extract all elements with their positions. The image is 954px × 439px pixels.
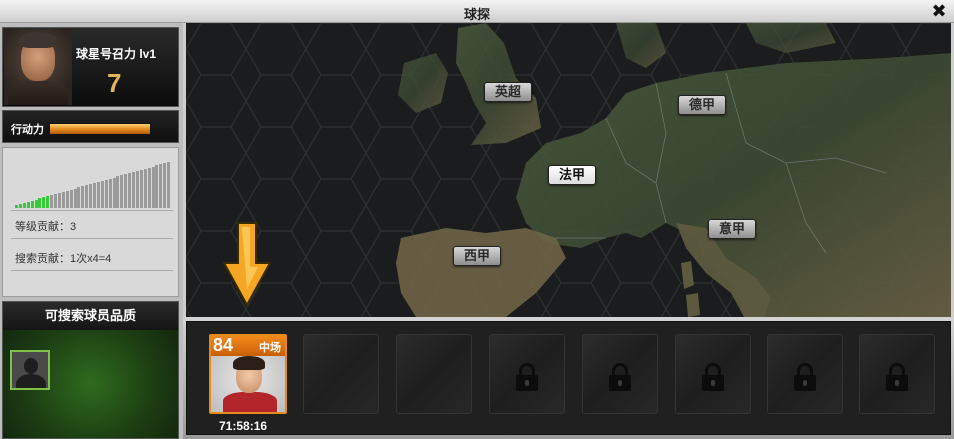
avatar-shirt <box>8 81 68 105</box>
europe-map: 英超 德甲 法甲 意甲 西甲 <box>183 23 954 317</box>
lock-icon <box>609 363 631 391</box>
player-silhouette-icon <box>10 350 50 390</box>
meter-bar <box>147 167 151 208</box>
divider <box>11 238 173 239</box>
meter-bar <box>159 164 163 208</box>
slots-container: 84 中场 71:58:16 <box>186 321 951 435</box>
meter-bar <box>128 173 132 208</box>
meter-bar <box>143 168 147 208</box>
meter-bar <box>30 200 34 208</box>
meter-bar <box>61 191 65 208</box>
lock-icon <box>886 363 908 391</box>
meter-bar <box>120 175 124 208</box>
contribution-panel: 等级贡献：3 搜索贡献：1次x4=4 <box>2 147 179 297</box>
contribution-meter <box>15 160 171 208</box>
meter-bar <box>38 198 42 208</box>
meter-bar <box>42 197 46 208</box>
player-hair <box>233 356 265 370</box>
energy-bar <box>49 123 151 135</box>
meter-bar <box>116 176 120 208</box>
meter-bar <box>57 192 61 208</box>
locked-slot[interactable] <box>582 334 658 414</box>
meter-bar <box>73 188 77 208</box>
meter-bar <box>89 184 93 208</box>
energy-label: 行动力 <box>11 124 44 136</box>
empty-slot[interactable] <box>303 334 379 414</box>
meter-bar <box>139 169 143 208</box>
card-header: 84 中场 <box>211 336 285 356</box>
scout-slots-panel: 84 中场 71:58:16 <box>183 317 954 439</box>
region-button-epl[interactable]: 英超 <box>484 82 533 102</box>
meter-bar <box>77 187 81 208</box>
divider <box>11 270 173 271</box>
lock-icon <box>702 363 724 391</box>
locked-slot[interactable] <box>767 334 843 414</box>
meter-bar <box>65 190 69 208</box>
meter-bar <box>22 202 26 208</box>
meter-bar <box>26 201 30 208</box>
meter-bar <box>15 205 18 208</box>
meter-bar <box>34 199 38 208</box>
player-card[interactable]: 84 中场 <box>209 334 287 414</box>
meter-bar <box>100 180 104 208</box>
meter-bar <box>132 172 135 208</box>
quality-title: 可搜索球员品质 <box>3 302 178 330</box>
energy-bar-fill <box>50 124 150 134</box>
divider <box>11 210 173 211</box>
meter-bar <box>54 194 57 208</box>
region-button-bundesliga[interactable]: 德甲 <box>678 95 727 115</box>
meter-bar <box>46 196 50 208</box>
energy-panel: 行动力 <box>2 110 179 143</box>
meter-bar <box>151 166 155 208</box>
meter-bar <box>167 162 171 208</box>
window-title: 球探 <box>463 7 490 22</box>
locked-slot[interactable] <box>859 334 935 414</box>
region-button-laliga[interactable]: 西甲 <box>453 246 502 266</box>
meter-bar <box>135 170 139 208</box>
meter-bar <box>93 183 96 208</box>
silhouette-body <box>16 374 46 388</box>
player-position: 中场 <box>259 342 281 354</box>
silhouette-head <box>24 358 38 374</box>
profile-level-value: 7 <box>107 68 122 98</box>
meter-bar <box>50 195 54 208</box>
region-button-ligue1[interactable]: 法甲 <box>548 165 597 185</box>
search-contribution-text: 搜索贡献：1次x4=4 <box>15 253 112 265</box>
empty-slot[interactable] <box>396 334 472 414</box>
player-rating: 84 <box>213 335 234 355</box>
locked-slot[interactable] <box>489 334 565 414</box>
close-icon[interactable]: ✖ <box>930 1 948 21</box>
meter-bar <box>69 189 73 208</box>
meter-bar <box>96 181 100 208</box>
locked-slot[interactable] <box>675 334 751 414</box>
meter-bar <box>108 178 112 208</box>
level-contribution-text: 等级贡献：3 <box>15 221 77 233</box>
left-panel: 球星号召力 lv1 7 行动力 等级贡献：3 搜索贡献：1次x4=4 可搜索球员… <box>0 23 183 439</box>
player-photo <box>211 356 285 412</box>
title-bar: 球探 ✖ <box>0 0 954 23</box>
meter-bar <box>112 177 116 208</box>
meter-bar <box>163 163 167 208</box>
scout-timer: 71:58:16 <box>219 419 268 433</box>
quality-panel: 可搜索球员品质 <box>2 301 179 439</box>
avatar <box>4 29 72 105</box>
meter-bar <box>124 174 128 208</box>
player-shirt <box>223 392 277 412</box>
meter-bar <box>85 185 89 208</box>
lock-icon <box>516 363 538 391</box>
region-button-seriea[interactable]: 意甲 <box>708 219 757 239</box>
avatar-hair <box>19 32 57 48</box>
meter-bar <box>155 165 159 208</box>
meter-bar <box>81 186 85 208</box>
meter-bar <box>104 179 108 208</box>
lock-icon <box>794 363 816 391</box>
profile-panel: 球星号召力 lv1 7 <box>2 27 179 107</box>
meter-bar <box>18 203 22 208</box>
profile-name: 球星号召力 lv1 <box>76 47 157 61</box>
